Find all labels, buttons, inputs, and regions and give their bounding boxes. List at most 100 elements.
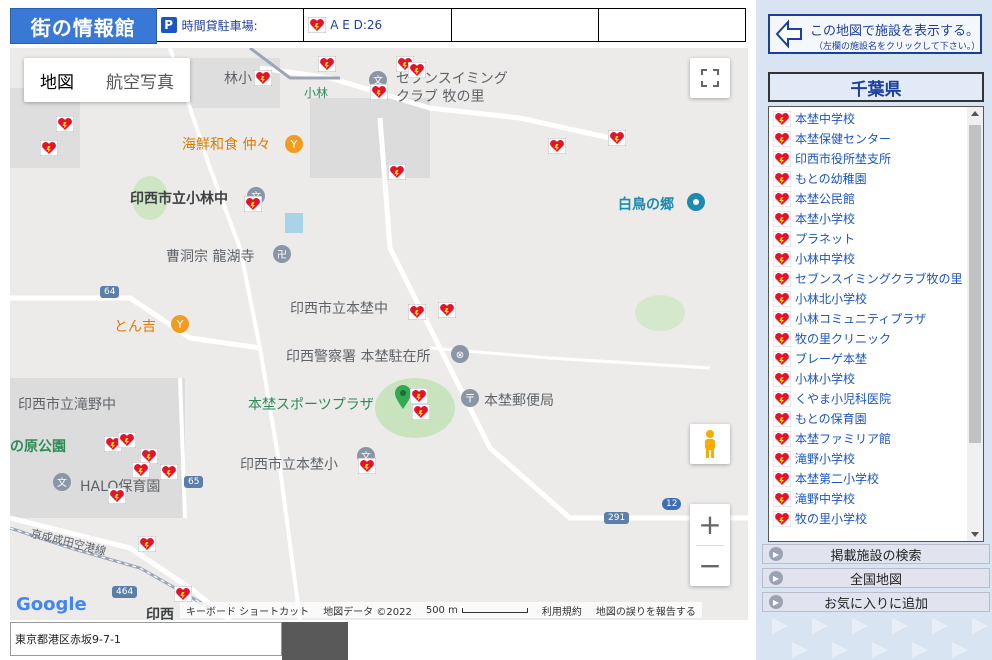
- zoom-in-button[interactable]: +: [698, 505, 721, 545]
- facility-list-item[interactable]: 小林小学校: [773, 369, 963, 389]
- national-map-button[interactable]: ▶ 全国地図: [762, 568, 990, 588]
- play-arrow-icon: ▶: [769, 571, 783, 585]
- map-type-satellite[interactable]: 航空写真: [90, 58, 190, 102]
- facility-list-item[interactable]: セブンスイミングクラブ牧の里: [773, 269, 963, 289]
- map-label[interactable]: の原公園: [10, 436, 66, 456]
- map-label[interactable]: 印西市立滝野中: [18, 394, 116, 414]
- facility-list-item[interactable]: 小林北小学校: [773, 289, 963, 309]
- aed-marker-icon[interactable]: [117, 431, 137, 449]
- terms-link[interactable]: 利用規約: [542, 603, 582, 618]
- facility-list-item[interactable]: プラネット: [773, 229, 963, 249]
- map-label[interactable]: 印西市立本埜中: [290, 298, 388, 318]
- aed-marker-icon[interactable]: [607, 129, 627, 147]
- aed-marker-icon[interactable]: [357, 457, 377, 475]
- map-label[interactable]: 本埜郵便局: [484, 390, 554, 410]
- poi-attraction-icon[interactable]: [686, 192, 706, 212]
- facility-list-item[interactable]: 牧の里クリニック: [773, 329, 963, 349]
- facility-list-item[interactable]: 本埜第二小学校: [773, 469, 963, 489]
- poi-restaurant-icon[interactable]: Y: [170, 314, 190, 334]
- map-label[interactable]: 印西警察署 本埜駐在所: [286, 346, 430, 366]
- facility-list-item[interactable]: 小林中学校: [773, 249, 963, 269]
- poi-school-icon[interactable]: 文: [52, 472, 72, 492]
- address-field[interactable]: 東京都港区赤坂9-7-1: [10, 622, 282, 656]
- show-facilities-button[interactable]: この地図で施設を表示する。 （左欄の施設名をクリックして下さい。）: [768, 14, 982, 54]
- facility-list-item[interactable]: 印西市役所埜支所: [773, 149, 963, 169]
- map-label[interactable]: 小林: [304, 84, 328, 101]
- aed-marker-icon[interactable]: [407, 303, 427, 321]
- facility-name: 牧の里小学校: [795, 512, 868, 526]
- facility-name: 印西市役所埜支所: [795, 152, 892, 166]
- map-type-map[interactable]: 地図: [24, 58, 90, 102]
- keyboard-shortcuts-link[interactable]: キーボード ショートカット: [186, 603, 309, 618]
- back-arrow-icon: [775, 19, 802, 49]
- facility-list-item[interactable]: 小林コミュニティプラザ: [773, 309, 963, 329]
- aed-marker-icon[interactable]: [369, 83, 389, 101]
- aed-marker-icon[interactable]: [387, 163, 407, 181]
- map-label[interactable]: 印西市立本埜小: [240, 454, 338, 474]
- map-label[interactable]: 海鮮和食 仲々: [182, 134, 270, 154]
- facility-list-item[interactable]: 本埜公民館: [773, 189, 963, 209]
- map-label[interactable]: 林小: [224, 68, 252, 88]
- report-error-link[interactable]: 地図の誤りを報告する: [596, 603, 696, 618]
- aed-marker-icon[interactable]: [159, 463, 179, 481]
- aed-icon: [773, 291, 791, 307]
- map-label[interactable]: クラブ 牧の里: [396, 86, 484, 106]
- map-label[interactable]: 本埜スポーツプラザ: [248, 394, 374, 414]
- aed-marker-icon[interactable]: [55, 115, 75, 133]
- facility-list-item[interactable]: 本埜保健センター: [773, 129, 963, 149]
- search-facilities-button[interactable]: ▶ 掲載施設の検索: [762, 544, 990, 564]
- facility-name: 本埜小学校: [795, 212, 856, 226]
- map-label[interactable]: 白鳥の郷: [618, 194, 674, 214]
- aed-marker-icon[interactable]: [137, 535, 157, 553]
- scroll-up-arrow[interactable]: [971, 111, 979, 116]
- aed-marker-icon[interactable]: [407, 61, 427, 79]
- aed-marker-icon[interactable]: [437, 301, 457, 319]
- site-brand[interactable]: 街の情報館: [10, 8, 157, 44]
- map-label[interactable]: とん吉: [114, 316, 156, 336]
- poi-temple-icon[interactable]: 卍: [272, 244, 292, 264]
- map-canvas[interactable]: 地図 航空写真 + − 林小 セブンスイミング クラブ 牧の里 小林 海鮮和食 …: [10, 48, 748, 620]
- facility-list-item[interactable]: 本埜小学校: [773, 209, 963, 229]
- facility-list-item[interactable]: 本埜ファミリア館: [773, 429, 963, 449]
- aed-marker-icon[interactable]: [243, 195, 263, 213]
- street-view-pegman[interactable]: [690, 424, 730, 464]
- svg-text:Y: Y: [290, 138, 298, 151]
- scroll-down-arrow[interactable]: [971, 532, 979, 537]
- map-label[interactable]: 曹洞宗 龍湖寺: [166, 246, 254, 266]
- aed-marker-icon[interactable]: [39, 139, 59, 157]
- facility-name: 小林コミュニティプラザ: [795, 312, 927, 326]
- add-favorite-button[interactable]: ▶ お気に入りに追加: [762, 592, 990, 612]
- aed-marker-icon[interactable]: [411, 403, 431, 421]
- aed-marker-icon[interactable]: [409, 387, 429, 405]
- facility-list-item[interactable]: くやま小児科医院: [773, 389, 963, 409]
- scrollbar-thumb[interactable]: [969, 125, 981, 443]
- facility-list-item[interactable]: もとの幼稚園: [773, 169, 963, 189]
- aed-cell[interactable]: A E D:26: [304, 8, 452, 42]
- parking-icon: P: [160, 17, 177, 33]
- map-label: 印西: [146, 607, 174, 620]
- map-label[interactable]: 印西市立小林中: [130, 188, 228, 208]
- zoom-out-button[interactable]: −: [698, 546, 721, 586]
- aed-marker-icon[interactable]: [107, 487, 127, 505]
- scale-label[interactable]: 500 m: [426, 605, 458, 616]
- poi-post-office-icon[interactable]: 〒: [460, 388, 480, 408]
- facility-name: 小林小学校: [795, 372, 856, 386]
- poi-restaurant-icon[interactable]: Y: [284, 134, 304, 154]
- fullscreen-button[interactable]: [690, 58, 730, 98]
- facility-list-item[interactable]: 牧の里小学校: [773, 509, 963, 529]
- facility-list-item[interactable]: もとの保育園: [773, 409, 963, 429]
- facility-list-scrollbar[interactable]: [967, 107, 983, 541]
- aed-marker-icon[interactable]: [547, 137, 567, 155]
- facility-list-item[interactable]: ブレーゲ本埜: [773, 349, 963, 369]
- poi-police-icon[interactable]: ⊗: [450, 344, 470, 364]
- aed-marker-icon[interactable]: [173, 585, 193, 603]
- facility-list-item[interactable]: 本埜中学校: [773, 109, 963, 129]
- facility-list-item[interactable]: 滝野中学校: [773, 489, 963, 509]
- aed-marker-icon[interactable]: [317, 55, 337, 73]
- facility-list[interactable]: 本埜中学校 本埜保健センター印西市役所埜支所もとの幼稚園本埜公民館本埜小学校プラネ…: [768, 106, 984, 542]
- facility-list-item[interactable]: 滝野小学校: [773, 449, 963, 469]
- parking-cell[interactable]: P 時間貸駐車場:: [156, 8, 305, 42]
- aed-marker-icon[interactable]: [253, 69, 273, 87]
- aed-marker-icon[interactable]: [131, 461, 151, 479]
- facility-name: 本埜公民館: [795, 192, 856, 206]
